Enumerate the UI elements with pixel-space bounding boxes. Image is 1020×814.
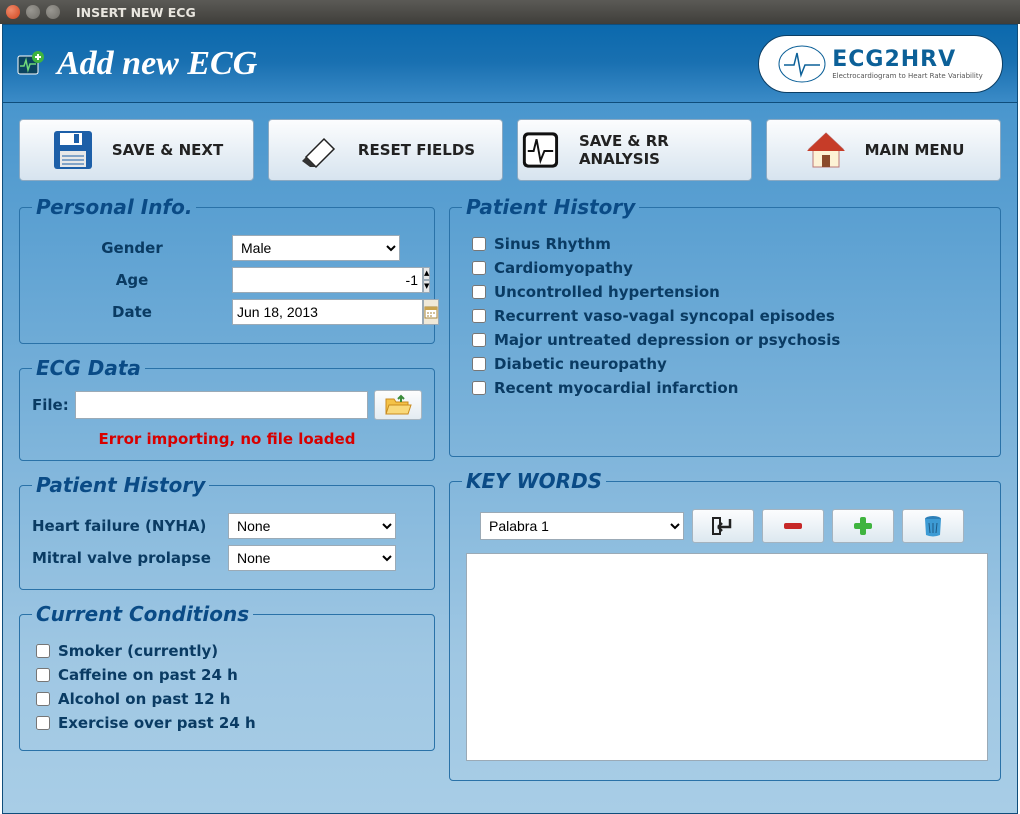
hypertension-label: Uncontrolled hypertension xyxy=(494,283,720,301)
file-error-message: Error importing, no file loaded xyxy=(32,430,422,448)
mitral-select[interactable]: None xyxy=(228,545,396,571)
app-window: Add new ECG ECG2HRV Electrocardiogram to… xyxy=(2,24,1018,814)
vaso-vagal-label: Recurrent vaso-vagal syncopal episodes xyxy=(494,307,835,325)
smoker-label: Smoker (currently) xyxy=(58,642,218,660)
ecg-analysis-icon xyxy=(518,127,563,173)
plus-icon xyxy=(850,515,876,537)
caffeine-label: Caffeine on past 24 h xyxy=(58,666,238,684)
vaso-vagal-checkbox[interactable] xyxy=(472,309,486,323)
home-icon xyxy=(803,127,849,173)
eraser-icon xyxy=(296,127,342,173)
depression-label: Major untreated depression or psychosis xyxy=(494,331,840,349)
app-header: Add new ECG ECG2HRV Electrocardiogram to… xyxy=(3,25,1017,103)
sinus-rhythm-label: Sinus Rhythm xyxy=(494,235,611,253)
alcohol-label: Alcohol on past 12 h xyxy=(58,690,230,708)
date-label: Date xyxy=(32,303,232,321)
window-minimize-icon[interactable] xyxy=(26,5,40,19)
keyword-insert-button[interactable] xyxy=(692,509,754,543)
window-title: INSERT NEW ECG xyxy=(76,5,196,20)
date-picker-button[interactable] xyxy=(423,299,439,325)
window-close-icon[interactable] xyxy=(6,5,20,19)
age-input[interactable] xyxy=(232,267,423,293)
sinus-rhythm-checkbox[interactable] xyxy=(472,237,486,251)
save-rr-label: SAVE & RR ANALYSIS xyxy=(579,132,751,168)
personal-info-group: Personal Info. Gender Male Age ▲ xyxy=(19,195,435,344)
ecg-data-legend: ECG Data xyxy=(32,356,145,380)
caffeine-checkbox[interactable] xyxy=(36,668,50,682)
exercise-checkbox[interactable] xyxy=(36,716,50,730)
keyword-delete-button[interactable] xyxy=(902,509,964,543)
ecg-wave-icon xyxy=(778,45,826,83)
logo-text: ECG2HRV xyxy=(832,47,956,72)
main-menu-button[interactable]: MAIN MENU xyxy=(766,119,1001,181)
current-conditions-group: Current Conditions Smoker (currently) Ca… xyxy=(19,602,435,751)
date-input[interactable] xyxy=(232,299,423,325)
mitral-label: Mitral valve prolapse xyxy=(32,549,228,567)
window-maximize-icon[interactable] xyxy=(46,5,60,19)
floppy-icon xyxy=(50,127,96,173)
smoker-checkbox[interactable] xyxy=(36,644,50,658)
patient-history-left-legend: Patient History xyxy=(32,473,209,497)
ecg-data-group: ECG Data File: Error importing, no file … xyxy=(19,356,435,461)
file-browse-button[interactable] xyxy=(374,390,422,420)
save-next-button[interactable]: SAVE & NEXT xyxy=(19,119,254,181)
keyword-select[interactable]: Palabra 1 xyxy=(480,512,684,540)
save-rr-button[interactable]: SAVE & RR ANALYSIS xyxy=(517,119,752,181)
patient-history-right-group: Patient History Sinus Rhythm Cardiomyopa… xyxy=(449,195,1001,457)
reset-fields-label: RESET FIELDS xyxy=(358,141,475,159)
calendar-icon xyxy=(424,305,438,319)
diabetic-neuropathy-checkbox[interactable] xyxy=(472,357,486,371)
cardiomyopathy-label: Cardiomyopathy xyxy=(494,259,633,277)
patient-history-right-legend: Patient History xyxy=(462,195,639,219)
minus-icon xyxy=(780,515,806,537)
main-menu-label: MAIN MENU xyxy=(865,141,965,159)
exercise-label: Exercise over past 24 h xyxy=(58,714,256,732)
enter-icon xyxy=(710,515,736,537)
alcohol-checkbox[interactable] xyxy=(36,692,50,706)
trash-icon xyxy=(922,514,944,538)
age-spin-up[interactable]: ▲ xyxy=(423,267,430,280)
file-input[interactable] xyxy=(75,391,368,419)
keyword-add-button[interactable] xyxy=(832,509,894,543)
keywords-legend: KEY WORDS xyxy=(462,469,606,493)
titlebar: INSERT NEW ECG xyxy=(0,0,1020,24)
myocardial-infarction-label: Recent myocardial infarction xyxy=(494,379,738,397)
gender-select[interactable]: Male xyxy=(232,235,400,261)
gender-label: Gender xyxy=(32,239,232,257)
hypertension-checkbox[interactable] xyxy=(472,285,486,299)
folder-open-icon xyxy=(384,394,412,416)
keywords-textarea[interactable] xyxy=(466,553,988,761)
file-label: File: xyxy=(32,396,69,414)
add-ecg-icon xyxy=(17,50,45,78)
myocardial-infarction-checkbox[interactable] xyxy=(472,381,486,395)
heart-failure-label: Heart failure (NYHA) xyxy=(32,517,228,535)
keyword-remove-button[interactable] xyxy=(762,509,824,543)
age-spin-down[interactable]: ▼ xyxy=(423,280,430,293)
keywords-group: KEY WORDS Palabra 1 xyxy=(449,469,1001,781)
app-logo: ECG2HRV Electrocardiogram to Heart Rate … xyxy=(758,35,1003,93)
page-title: Add new ECG xyxy=(57,45,257,83)
logo-subtitle: Electrocardiogram to Heart Rate Variabil… xyxy=(832,72,983,80)
toolbar: SAVE & NEXT RESET FIELDS SAVE & RR ANALY… xyxy=(3,103,1017,191)
patient-history-left-group: Patient History Heart failure (NYHA) Non… xyxy=(19,473,435,590)
diabetic-neuropathy-label: Diabetic neuropathy xyxy=(494,355,667,373)
save-next-label: SAVE & NEXT xyxy=(112,141,223,159)
heart-failure-select[interactable]: None xyxy=(228,513,396,539)
age-label: Age xyxy=(32,271,232,289)
cardiomyopathy-checkbox[interactable] xyxy=(472,261,486,275)
personal-info-legend: Personal Info. xyxy=(32,195,196,219)
depression-checkbox[interactable] xyxy=(472,333,486,347)
current-conditions-legend: Current Conditions xyxy=(32,602,253,626)
reset-fields-button[interactable]: RESET FIELDS xyxy=(268,119,503,181)
